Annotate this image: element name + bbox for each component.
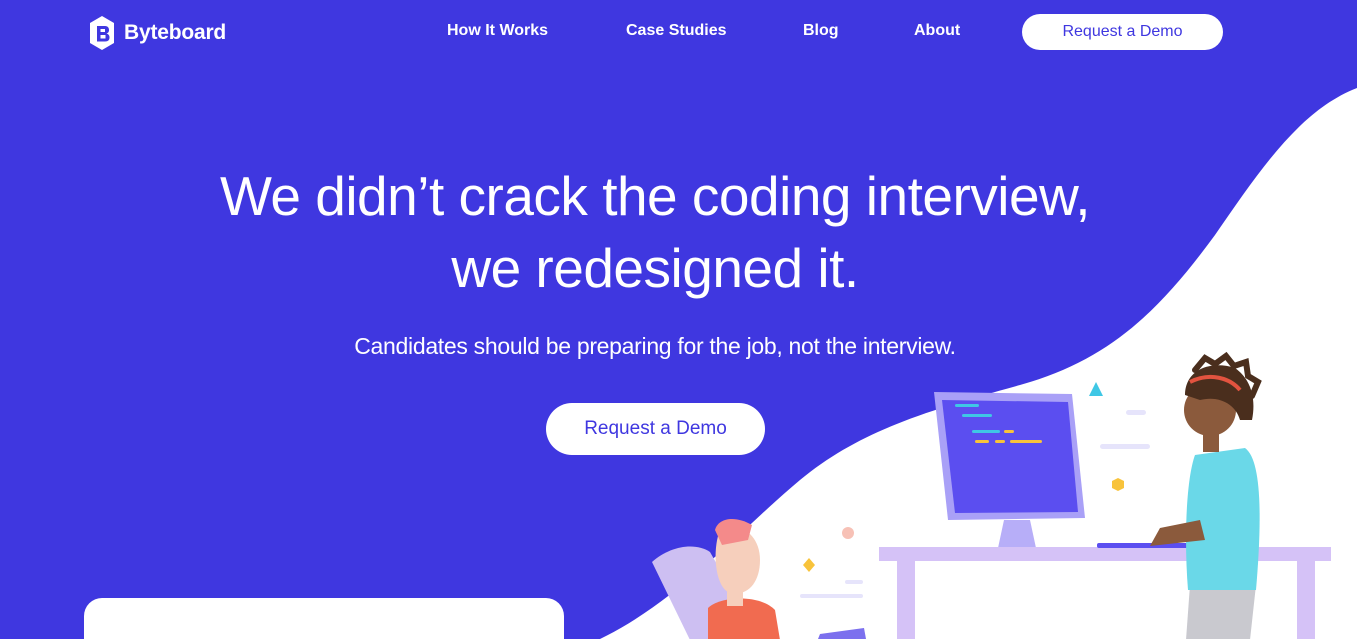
person-left-shirt [708,598,780,639]
hero-illustration [652,351,1331,639]
desk [879,547,1331,561]
triangle-decoration [1089,382,1103,396]
header-request-demo-button[interactable]: Request a Demo [1022,14,1223,50]
hero-title: We didn’t crack the coding interview, we… [0,160,1310,304]
nav-link-blog[interactable]: Blog [803,22,839,40]
content-card [84,598,564,639]
person-shirt [1186,448,1260,590]
hero-title-line-2: we redesigned it. [451,237,859,299]
hero-title-line-1: We didn’t crack the coding interview, [219,165,1091,227]
brand-name: Byteboard [124,21,227,44]
byteboard-logo-icon [90,16,114,50]
nav-link-case-studies[interactable]: Case Studies [626,22,726,40]
nav-link-about[interactable]: About [914,22,960,40]
brand-logo[interactable]: Byteboard [88,15,226,51]
nav-link-how-it-works[interactable]: How It Works [447,22,548,40]
